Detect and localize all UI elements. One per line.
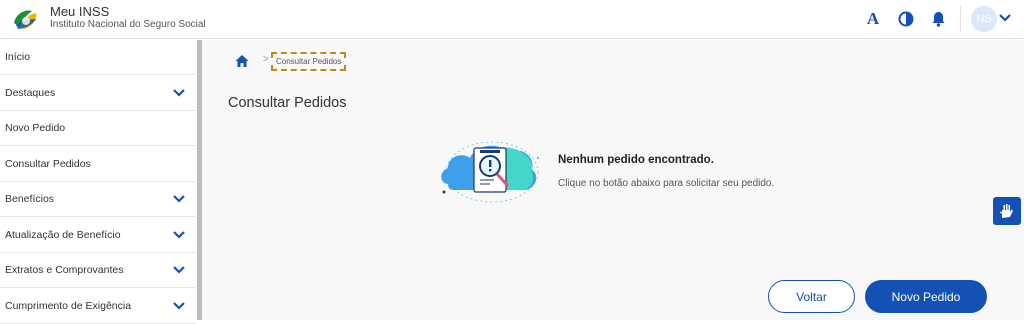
sidebar-item-label: Destaques — [5, 87, 56, 99]
sidebar-item-label: Consultar Pedidos — [5, 158, 91, 170]
sidebar-item-consultar-pedidos[interactable]: Consultar Pedidos — [0, 147, 196, 182]
app-subtitle: Instituto Nacional do Seguro Social — [50, 19, 206, 30]
sidebar-item-label: Novo Pedido — [5, 122, 66, 134]
chevron-down-icon — [173, 231, 185, 239]
sidebar-item-atualizacao-beneficio[interactable]: Atualização de Benefício — [0, 218, 196, 253]
chevron-down-icon — [173, 266, 185, 274]
sidebar-item-extratos-comprovantes[interactable]: Extratos e Comprovantes — [0, 253, 196, 288]
home-icon[interactable] — [235, 54, 249, 68]
empty-state-title: Nenhum pedido encontrado. — [558, 154, 714, 166]
top-header: Meu INSS Instituto Nacional do Seguro So… — [0, 0, 1024, 39]
avatar-initials: NS — [976, 13, 992, 25]
user-avatar[interactable]: NS — [971, 6, 997, 32]
sidebar-menu: Início Destaques Novo Pedido Consultar P… — [0, 40, 196, 324]
back-button[interactable]: Voltar — [768, 280, 855, 313]
new-request-button[interactable]: Novo Pedido — [865, 280, 987, 313]
header-divider — [960, 6, 961, 32]
inss-logo-icon[interactable] — [10, 5, 42, 33]
app-name: Meu INSS — [50, 4, 110, 19]
sidebar-item-label: Extratos e Comprovantes — [5, 264, 124, 276]
empty-state-subtitle: Clique no botão abaixo para solicitar se… — [558, 178, 775, 189]
chevron-down-icon[interactable] — [998, 11, 1012, 25]
sidebar-item-beneficios[interactable]: Benefícios — [0, 182, 196, 217]
vlibras-button[interactable] — [993, 197, 1021, 225]
breadcrumb-current[interactable]: Consultar Pedidos — [271, 52, 347, 71]
page-title: Consultar Pedidos — [228, 95, 347, 111]
sidebar-item-label: Cumprimento de Exigência — [5, 300, 132, 312]
sidebar-item-label: Benefícios — [5, 193, 55, 205]
contrast-button[interactable] — [896, 9, 916, 29]
sidebar-item-cumprimento-exigencia[interactable]: Cumprimento de Exigência — [0, 289, 196, 324]
sidebar-item-destaques[interactable]: Destaques — [0, 76, 196, 111]
sign-language-hands-icon — [999, 204, 1013, 218]
contrast-icon — [898, 11, 914, 27]
sidebar-item-novo-pedido[interactable]: Novo Pedido — [0, 111, 196, 146]
font-size-button[interactable]: A — [863, 9, 883, 29]
chevron-down-icon — [173, 195, 185, 203]
chevron-down-icon — [173, 302, 185, 310]
chevron-down-icon — [173, 89, 185, 97]
bell-icon — [932, 12, 944, 27]
sidebar-item-label: Atualização de Benefício — [5, 229, 121, 241]
sidebar-item-inicio[interactable]: Início — [0, 40, 196, 75]
notifications-button[interactable] — [928, 9, 948, 29]
font-size-icon: A — [866, 9, 880, 28]
sidebar-item-label: Início — [5, 51, 31, 63]
main-content: > Consultar Pedidos Consultar Pedidos Ne… — [202, 40, 1024, 320]
breadcrumb-separator: > — [263, 54, 269, 65]
empty-search-illustration-icon — [441, 141, 540, 203]
